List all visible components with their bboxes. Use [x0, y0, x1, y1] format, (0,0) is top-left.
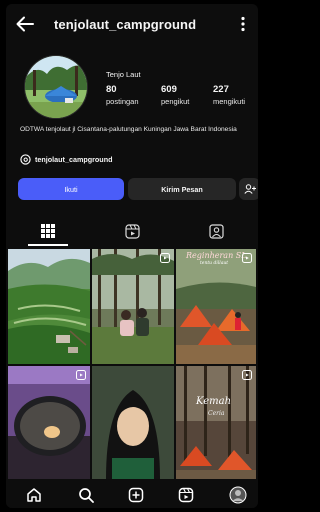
stat-followers[interactable]: 609 pengikut	[161, 84, 189, 106]
nav-create[interactable]	[126, 486, 146, 504]
post-tile[interactable]: Reginheran SL tentu dillaut	[176, 249, 256, 364]
post-image-frying-pan	[8, 366, 90, 479]
reel-badge-icon	[242, 253, 252, 263]
threads-icon	[20, 153, 31, 165]
post-image-selfie	[92, 366, 174, 479]
post-tile[interactable]	[8, 366, 90, 479]
post-image-orange-tents	[176, 249, 256, 364]
more-options-icon[interactable]	[236, 16, 250, 32]
stat-following[interactable]: 227 mengikuti	[213, 84, 245, 106]
create-icon	[128, 487, 144, 503]
stat-posts-value: 80	[106, 84, 117, 95]
tab-posts-grid[interactable]	[6, 216, 90, 246]
profile-display-name: Tenjo Laut	[106, 70, 141, 79]
reel-badge-icon	[160, 253, 170, 263]
post-image-couple-forest	[92, 249, 174, 364]
home-icon	[27, 488, 41, 502]
back-arrow-icon[interactable]	[16, 16, 34, 32]
stat-posts[interactable]: 80 postingan	[106, 84, 139, 106]
active-tab-indicator	[28, 244, 68, 246]
post-image-aerial-valley	[8, 249, 90, 364]
post-image-forest-camp	[176, 366, 256, 479]
follow-button[interactable]: Ikuti	[18, 178, 124, 200]
post-caption-sub: Ceria	[208, 410, 225, 417]
message-button[interactable]: Kirim Pesan	[128, 178, 236, 200]
nav-home[interactable]	[24, 486, 44, 504]
profile-avatar[interactable]	[24, 55, 88, 119]
tab-reels[interactable]	[90, 216, 174, 246]
post-tile[interactable]	[8, 249, 90, 364]
threads-link[interactable]: tenjolaut_campground	[20, 153, 112, 165]
instagram-profile-screen: tenjolaut_campground Tenjo Laut 80 posti…	[6, 4, 258, 508]
tagged-icon	[208, 223, 224, 239]
search-icon	[79, 488, 94, 503]
post-caption-title: Reginheran SL	[186, 251, 247, 260]
nav-reels[interactable]	[176, 486, 196, 504]
suggest-user-button[interactable]	[239, 178, 258, 200]
post-tile[interactable]	[92, 249, 174, 364]
bottom-navigation	[6, 480, 258, 508]
profile-avatar-icon	[229, 486, 247, 504]
stat-followers-value: 609	[161, 84, 177, 95]
content-tabs	[6, 216, 258, 246]
stat-following-value: 227	[213, 84, 229, 95]
reels-icon	[178, 487, 194, 503]
post-caption-sub: tentu dillaut	[200, 261, 229, 266]
reel-badge-icon	[242, 370, 252, 380]
stat-posts-label: postingan	[106, 97, 139, 106]
stat-following-label: mengikuti	[213, 97, 246, 106]
grid-icon	[41, 224, 55, 238]
reel-badge-icon	[76, 370, 86, 380]
add-person-icon	[243, 184, 256, 194]
reels-icon	[124, 223, 140, 239]
threads-handle: tenjolaut_campground	[35, 154, 113, 164]
top-bar: tenjolaut_campground	[6, 4, 258, 44]
profile-username: tenjolaut_campground	[54, 17, 197, 32]
post-caption-title: Kemah	[196, 396, 232, 407]
tab-tagged[interactable]	[174, 216, 258, 246]
stat-followers-label: pengikut	[161, 97, 190, 106]
post-tile[interactable]: Kemah Ceria	[176, 366, 256, 479]
posts-grid: Reginheran SL tentu dillaut Kemah Ceria	[8, 249, 256, 479]
post-tile[interactable]	[92, 366, 174, 479]
nav-search[interactable]	[76, 486, 96, 504]
nav-profile[interactable]	[228, 486, 248, 504]
profile-bio: ODTWA tenjolaut jl Cisantana-palutungan …	[20, 126, 237, 133]
